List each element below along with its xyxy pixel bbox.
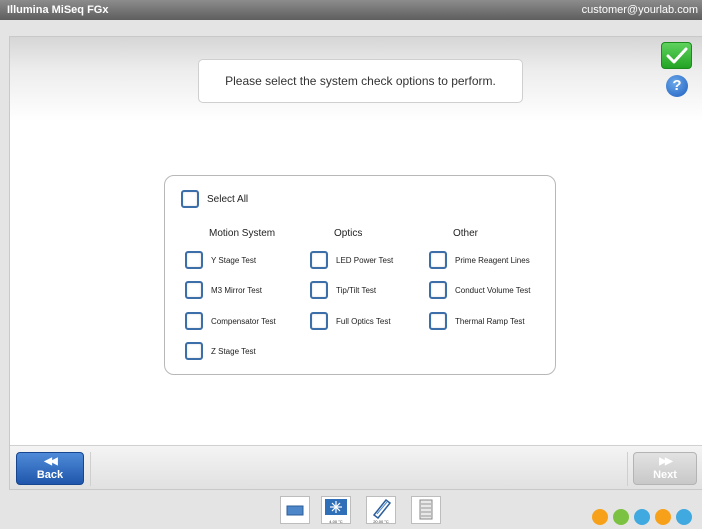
group-header-optics: Optics <box>334 228 363 239</box>
select-all-checkbox[interactable] <box>181 190 199 208</box>
checkbox-led-power-test[interactable] <box>310 251 328 269</box>
instruction-box: Please select the system check options t… <box>198 59 523 103</box>
checkbox-y-stage-test[interactable] <box>185 251 203 269</box>
system-check-options: Select All Motion System Y Stage Test M3… <box>164 175 556 375</box>
checkbox-compensator-test[interactable] <box>185 312 203 330</box>
next-label: Next <box>653 469 677 481</box>
instruction-text: Please select the system check options t… <box>225 74 496 88</box>
help-icon[interactable]: ? <box>666 75 688 97</box>
label-z-stage-test: Z Stage Test <box>211 347 256 356</box>
reagent-chiller-status[interactable]: 4.00 °C <box>321 496 351 524</box>
network-indicator-icon[interactable] <box>634 509 650 525</box>
folder-indicator-icon[interactable] <box>655 509 671 525</box>
checkbox-m3-mirror-test[interactable] <box>185 281 203 299</box>
reagent-temp-value: 4.00 °C <box>329 519 343 524</box>
next-button[interactable]: ▶▶ Next <box>633 452 697 485</box>
snowflake-icon <box>325 499 347 515</box>
back-label: Back <box>36 469 64 481</box>
app-title: Illumina MiSeq FGx <box>7 4 109 16</box>
back-button[interactable]: ◀◀ Back <box>16 452 84 485</box>
double-left-arrow-icon: ◀◀ <box>44 456 57 467</box>
label-y-stage-test: Y Stage Test <box>211 256 257 265</box>
flow-cell-icon <box>286 505 304 516</box>
checkbox-prime-reagent-lines[interactable] <box>429 251 447 269</box>
status-bar: 4.00 °C 20.00 °C <box>0 491 702 529</box>
storage-status[interactable] <box>411 496 441 524</box>
gear-indicator-icon[interactable] <box>613 509 629 525</box>
label-compensator-test: Compensator Test <box>211 317 276 326</box>
label-led-power-test: LED Power Test <box>336 256 394 265</box>
divider <box>90 452 91 486</box>
label-conduct-volume-test: Conduct Volume Test <box>455 286 531 295</box>
confirm-button[interactable] <box>661 42 692 69</box>
flow-cell-temp-value: 20.00 °C <box>373 519 389 524</box>
user-account[interactable]: customer@yourlab.com <box>582 4 698 16</box>
checkbox-tip-tilt-test[interactable] <box>310 281 328 299</box>
label-m3-mirror-test: M3 Mirror Test <box>211 286 262 295</box>
title-bar: Illumina MiSeq FGx customer@yourlab.com <box>0 0 702 20</box>
main-panel: Please select the system check options t… <box>9 36 702 490</box>
group-header-motion-system: Motion System <box>209 228 276 239</box>
checkbox-conduct-volume-test[interactable] <box>429 281 447 299</box>
flow-cell-slide-icon <box>372 498 392 520</box>
flow-cell-status[interactable] <box>280 496 310 524</box>
label-thermal-ramp-test: Thermal Ramp Test <box>455 317 525 326</box>
group-header-other: Other <box>453 228 479 239</box>
server-stack-icon <box>419 499 433 520</box>
double-right-arrow-icon: ▶▶ <box>659 456 672 467</box>
checkbox-z-stage-test[interactable] <box>185 342 203 360</box>
label-prime-reagent-lines: Prime Reagent Lines <box>455 256 530 265</box>
label-full-optics-test: Full Optics Test <box>336 317 391 326</box>
select-all-label: Select All <box>207 194 249 205</box>
navigation-bar: ◀◀ Back ▶▶ Next <box>10 445 702 489</box>
label-tip-tilt-test: Tip/Tilt Test <box>336 286 377 295</box>
divider <box>627 452 628 486</box>
water-drop-indicator-icon[interactable] <box>676 509 692 525</box>
settings-indicator-icon[interactable] <box>592 509 608 525</box>
checkbox-full-optics-test[interactable] <box>310 312 328 330</box>
flow-cell-temp-status[interactable]: 20.00 °C <box>366 496 396 524</box>
checkmark-icon <box>666 47 687 63</box>
checkbox-thermal-ramp-test[interactable] <box>429 312 447 330</box>
